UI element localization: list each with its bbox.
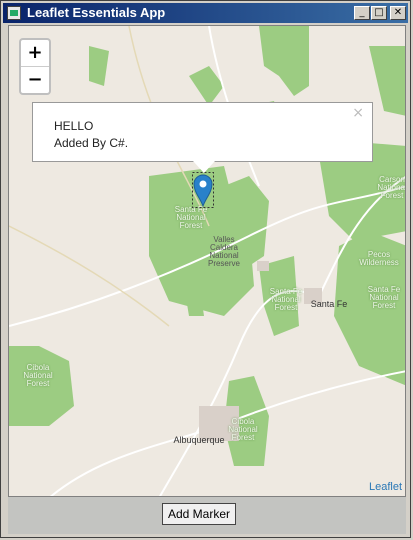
popup-title: HELLO — [54, 119, 94, 133]
map-label: Cibola National Forest — [228, 417, 258, 442]
map-view[interactable]: + − Santa Fe National Forest Valles Cald… — [8, 25, 406, 497]
minimize-button[interactable]: _ — [354, 6, 370, 20]
popup-close-icon[interactable]: × — [352, 105, 364, 121]
app-window: Leaflet Essentials App _ □ ✕ + − Santa F… — [0, 0, 411, 538]
map-popup: × HELLO Added By C#. — [32, 102, 373, 162]
zoom-control: + − — [19, 38, 51, 95]
map-label: Carson National Forest — [377, 175, 406, 200]
zoom-in-button[interactable]: + — [21, 40, 49, 67]
maximize-button[interactable]: □ — [371, 6, 387, 20]
bottom-toolbar: Add Marker — [8, 497, 406, 534]
map-label: Santa Fe National Forest — [269, 287, 303, 312]
popup-text: Added By C#. — [54, 136, 129, 150]
close-button[interactable]: ✕ — [390, 6, 406, 20]
map-label: Santa Fe National Forest — [367, 285, 401, 310]
add-marker-button[interactable]: Add Marker — [162, 503, 236, 525]
leaflet-attribution-link[interactable]: Leaflet — [369, 481, 402, 493]
window-title: Leaflet Essentials App — [27, 5, 166, 20]
map-label: Valles Caldera National Preserve — [207, 235, 240, 268]
zoom-out-button[interactable]: − — [21, 67, 49, 93]
map-label: Santa Fe — [310, 299, 348, 309]
app-icon — [7, 6, 21, 20]
title-bar[interactable]: Leaflet Essentials App _ □ ✕ — [3, 3, 408, 23]
map-label: Cibola National Forest — [23, 363, 53, 388]
map-label: Albuquerque — [173, 435, 225, 445]
map-label: Pecos Wilderness — [359, 250, 399, 267]
map-label: Santa Fe National Forest — [174, 205, 208, 230]
